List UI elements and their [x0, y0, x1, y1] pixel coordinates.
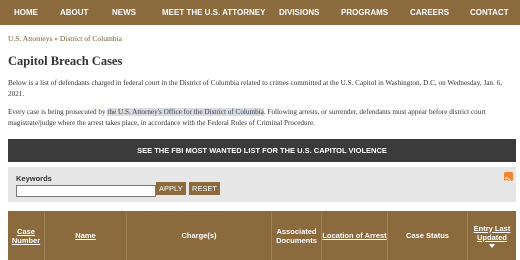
breadcrumb-us-attorneys[interactable]: U.S. Attorneys [8, 34, 52, 43]
nav-home[interactable]: HOME [14, 8, 38, 17]
breadcrumb: U.S. Attorneys » District of Columbia [8, 34, 122, 43]
column-header-associated-documents: Associated Documents [272, 211, 322, 260]
prosecution-text-before: Every case is being prosecuted by [8, 108, 108, 116]
nav-careers[interactable]: CAREERS [410, 8, 449, 17]
column-header-name[interactable]: Name [45, 211, 127, 260]
apply-button[interactable]: APPLY [156, 182, 186, 195]
nav-about[interactable]: ABOUT [60, 8, 88, 17]
nav-divisions[interactable]: DIVISIONS [279, 8, 319, 17]
nav-programs[interactable]: PROGRAMS [341, 8, 388, 17]
rss-icon[interactable] [504, 172, 513, 181]
entry-last-updated-label[interactable]: Entry Last Updated [468, 224, 516, 242]
column-header-charges: Charge(s) [127, 211, 272, 260]
nav-news[interactable]: NEWS [112, 8, 136, 17]
sort-descending-icon [489, 243, 495, 248]
nav-meet-the-us-attorney[interactable]: MEET THE U.S. ATTORNEY [162, 8, 265, 17]
breadcrumb-separator: » [54, 34, 59, 43]
keywords-label: Keywords [16, 174, 52, 183]
keywords-input[interactable] [16, 185, 156, 197]
column-header-case-number[interactable]: Case Number [8, 211, 45, 260]
intro-paragraph: Below is a list of defendants charged in… [8, 79, 503, 99]
usao-dc-link[interactable]: the U.S. Attorney's Office for the Distr… [107, 108, 264, 116]
page-title: Capitol Breach Cases [8, 54, 123, 68]
cases-table-header: Case Number Name Charge(s) Associated Do… [8, 211, 516, 260]
search-panel: Keywords APPLY RESET [8, 167, 516, 202]
column-header-entry-last-updated[interactable]: Entry Last Updated [468, 211, 516, 260]
column-header-case-status: Case Status [388, 211, 468, 260]
nav-contact[interactable]: CONTACT [470, 8, 509, 17]
rss-icon-glyph [505, 177, 511, 181]
top-navigation: HOME ABOUT NEWS MEET THE U.S. ATTORNEY D… [0, 0, 520, 25]
prosecution-paragraph: Every case is being prosecuted by the U.… [8, 107, 513, 130]
column-header-location-of-arrest[interactable]: Location of Arrest [322, 211, 388, 260]
fbi-most-wanted-banner[interactable]: SEE THE FBI MOST WANTED LIST FOR THE U.S… [8, 139, 516, 162]
reset-button[interactable]: RESET [189, 182, 221, 195]
breadcrumb-district-of-columbia[interactable]: District of Columbia [60, 34, 122, 43]
